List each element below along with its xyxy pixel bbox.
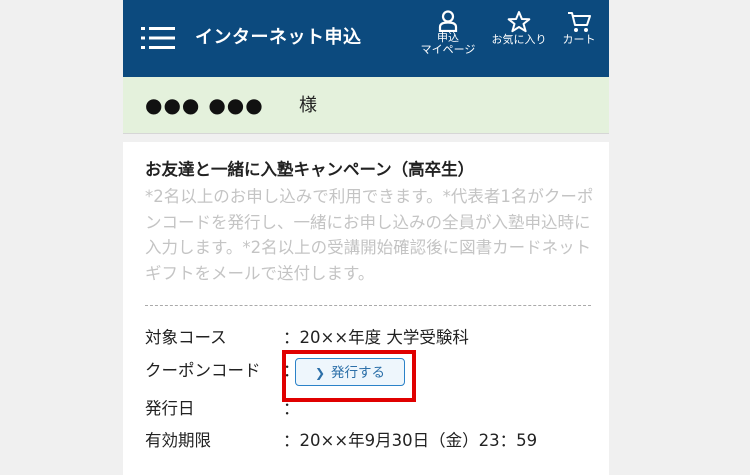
cart-label: カート — [562, 33, 596, 46]
dashed-divider — [145, 305, 591, 306]
section-gap — [123, 134, 609, 142]
honorific: 様 — [299, 95, 317, 116]
expiry-value: ：20××年9月30日（金）23：59 — [283, 431, 538, 450]
issue-date-label: 発行日 — [145, 399, 195, 418]
app-header: インターネット申込 申込 マイページ お気に入り カート — [123, 0, 609, 77]
cart-button[interactable]: カート — [553, 10, 605, 46]
course-value: ：20××年度 大学受験科 — [283, 328, 469, 347]
highlight-annotation-box — [282, 350, 416, 402]
course-label: 対象コース — [145, 328, 227, 347]
campaign-description: *2名以上のお申し込みで利用できます。*代表者1名がクーポンコードを発行し、一緒… — [145, 187, 594, 283]
hamburger-menu-button[interactable] — [141, 24, 175, 52]
star-icon — [507, 11, 531, 33]
campaign-card: お友達と一緒に入塾キャンペーン（高卒生） *2名以上のお申し込みで利用できます。… — [123, 142, 609, 475]
user-greeting-bar: ●●● ●●● 様 — [123, 77, 609, 134]
user-icon — [438, 10, 458, 32]
mypage-label-line2: マイページ — [420, 43, 476, 56]
cart-icon — [568, 12, 591, 32]
header-title: インターネット申込 — [195, 27, 362, 48]
campaign-title: お友達と一緒に入塾キャンペーン（高卒生） — [145, 160, 475, 179]
hamburger-icon — [141, 27, 175, 49]
mypage-button[interactable]: 申込 マイページ — [413, 10, 483, 56]
favorites-label: お気に入り — [491, 33, 547, 46]
favorites-button[interactable]: お気に入り — [485, 10, 553, 46]
mobile-screen: インターネット申込 申込 マイページ お気に入り カート ●●● ●●● 様 お… — [123, 0, 609, 475]
user-name: ●●● ●●● — [145, 93, 264, 117]
expiry-label: 有効期限 — [145, 431, 211, 450]
coupon-code-label: クーポンコード — [145, 361, 261, 380]
